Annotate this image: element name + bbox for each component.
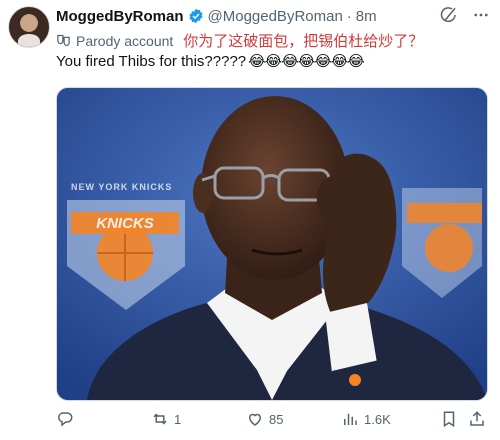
handle[interactable]: @MoggedByRoman <box>208 8 343 25</box>
retweet-count: 1 <box>174 411 182 427</box>
display-name[interactable]: MoggedByRoman <box>56 8 184 25</box>
annotation-text: 你为了这破面包，把锡伯杜给炒了？ <box>183 32 424 50</box>
timestamp[interactable]: 8m <box>356 8 377 25</box>
like-count: 85 <box>269 411 284 427</box>
parody-label: Parody account <box>76 32 174 49</box>
logo-text-left: KNICKS <box>96 215 154 232</box>
separator-dot: · <box>346 7 352 25</box>
header-icons <box>440 6 490 24</box>
share-icon <box>470 411 484 426</box>
tweet-image[interactable]: KNICKS NEW YORK KNICKS <box>56 87 488 401</box>
image-text: NEW YORK KNICKS <box>71 182 173 192</box>
more-icon[interactable] <box>472 6 490 24</box>
views-count: 1.6K <box>364 411 391 427</box>
views-icon <box>344 413 357 425</box>
grok-icon[interactable] <box>440 6 458 24</box>
tweet-header: MoggedByRoman @MoggedByRoman · 8m <box>56 6 490 26</box>
parody-row: Parody account 你为了这破面包，把锡伯杜给炒了？ <box>56 30 423 51</box>
action-bar: 1 85 1.6K <box>56 410 486 434</box>
tweet-image-svg: KNICKS <box>57 88 487 400</box>
retweet-icon <box>153 413 167 425</box>
bookmark-button[interactable] <box>440 410 458 428</box>
retweet-button[interactable]: 1 <box>151 410 181 428</box>
bookmark-icon <box>443 411 455 428</box>
like-button[interactable]: 85 <box>246 410 283 428</box>
parody-mask-icon <box>57 34 70 47</box>
like-icon <box>248 413 262 426</box>
avatar[interactable] <box>8 6 50 48</box>
tweet-body: You fired Thibs for this????? 😂😂😂😂😂😂😂 <box>56 52 365 70</box>
views-button[interactable]: 1.6K <box>341 410 391 428</box>
share-button[interactable] <box>468 410 486 428</box>
tweet-body-text: You fired Thibs for this????? <box>56 53 247 70</box>
verified-badge-icon <box>188 8 203 24</box>
tweet-emojis: 😂😂😂😂😂😂😂 <box>248 53 365 70</box>
reply-button[interactable] <box>56 410 79 428</box>
reply-icon <box>58 412 73 427</box>
